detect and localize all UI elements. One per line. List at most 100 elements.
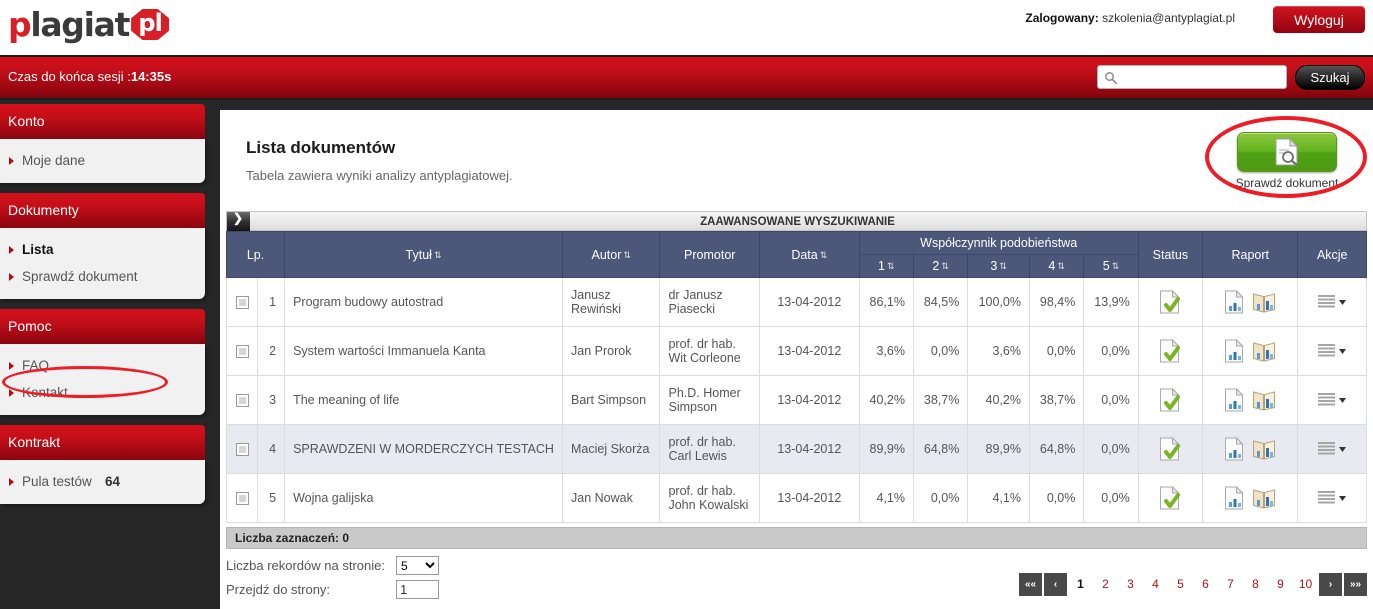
report-book-chart-icon[interactable] [1252,486,1276,510]
th-status[interactable]: Status [1137,231,1204,278]
row-checkbox[interactable] [235,394,249,408]
table-row[interactable]: 2 System wartości Immanuela Kanta Jan Pror… [225,326,1367,376]
row-checkbox-cell[interactable] [225,277,259,327]
document-checked-icon[interactable] [1159,486,1181,510]
sidebar-item-pula-testow[interactable]: Pula testów 64 [0,468,205,495]
report-book-chart-icon[interactable] [1252,437,1276,461]
document-checked-icon[interactable] [1159,388,1181,412]
logo[interactable]: plagiat pl [8,5,170,45]
row-index: 4 [257,424,286,474]
pagination-page-5[interactable]: 5 [1169,573,1192,596]
th-actions[interactable]: Akcje [1297,231,1367,278]
sidebar-item-label: Moje dane [22,153,86,168]
list-menu-icon[interactable] [1318,294,1347,312]
pagination-last[interactable]: »» [1344,573,1367,596]
pagination-page-8[interactable]: 8 [1244,573,1267,596]
search-button[interactable]: Szukaj [1295,65,1365,90]
row-similarity-2: 64,8% [912,424,969,474]
table-row[interactable]: 3 The meaning of life Bart Simpson Ph.D. Ho… [225,375,1367,425]
documents-table: Lp. Tytuł ⇅ Autor ⇅ Promotor Data ⇅ Współcz… [225,231,1367,523]
goto-page-input[interactable] [396,580,439,599]
row-checkbox-cell[interactable] [225,424,259,474]
row-checkbox[interactable] [235,492,249,506]
search-input[interactable] [1124,68,1282,87]
sidebar-item-sprawdz-dokument[interactable]: Sprawdź dokument [0,263,205,290]
list-menu-icon[interactable] [1318,490,1347,508]
th-similarity-4[interactable]: 4 ⇅ [1028,254,1085,278]
pagination-page-4[interactable]: 4 [1144,573,1167,596]
th-report[interactable]: Raport [1202,231,1299,278]
row-promoter: prof. dr hab. John Kowalski [659,473,761,523]
logout-button[interactable]: Wyloguj [1273,6,1365,33]
sidebar-item-lista[interactable]: Lista [0,236,205,263]
pagination-first[interactable]: «« [1019,573,1042,596]
row-similarity-2: 0,0% [912,326,969,376]
th-author-label: Autor [591,247,622,262]
pagination-page-7[interactable]: 7 [1219,573,1242,596]
sidebar-item-faq[interactable]: FAQ [0,352,205,379]
document-checked-icon[interactable] [1159,339,1181,363]
row-title[interactable]: Program budowy autostrad [284,277,563,327]
table-row[interactable]: 4 SPRAWDZENI W MORDERCZYCH TESTACH Maciej … [225,424,1367,474]
sidebar-item-moje-dane[interactable]: Moje dane [0,147,205,174]
th-author[interactable]: Autor ⇅ [561,231,661,278]
pagination-page-3[interactable]: 3 [1119,573,1142,596]
sidebar-item-kontakt[interactable]: Kontakt [0,379,205,406]
document-checked-icon[interactable] [1159,290,1181,314]
logo-badge-text: pl [138,9,162,37]
report-chart-icon[interactable] [1224,486,1244,510]
row-title[interactable]: SPRAWDZENI W MORDERCZYCH TESTACH [284,424,563,474]
check-document-button[interactable] [1237,132,1337,172]
advanced-search-toggle[interactable] [227,211,250,232]
report-book-chart-icon[interactable] [1252,388,1276,412]
th-promoter[interactable]: Promotor [659,231,761,278]
th-lp[interactable]: Lp. [225,231,286,278]
row-checkbox[interactable] [235,296,249,310]
row-title[interactable]: System wartości Immanuela Kanta [284,326,563,376]
document-checked-icon[interactable] [1159,437,1181,461]
row-checkbox[interactable] [235,345,249,359]
th-date[interactable]: Data ⇅ [759,231,860,278]
pagination-prev[interactable]: ‹ [1044,573,1067,596]
report-book-chart-icon[interactable] [1252,339,1276,363]
sort-icon: ⇅ [819,249,828,260]
table-row[interactable]: 5 Wojna galijska Jan Nowak prof. dr hab. Jo… [225,473,1367,523]
row-date: 13-04-2012 [759,375,860,425]
report-chart-icon[interactable] [1224,437,1244,461]
sort-icon: ⇅ [941,261,949,272]
th-similarity-1[interactable]: 1 ⇅ [858,254,914,278]
th-similarity-5[interactable]: 5 ⇅ [1083,254,1139,278]
report-book-chart-icon[interactable] [1252,290,1276,314]
pagination-page-2[interactable]: 2 [1094,573,1117,596]
logo-badge-octagon: pl [131,9,170,40]
list-menu-icon[interactable] [1318,343,1347,361]
row-title[interactable]: The meaning of life [284,375,563,425]
search-box[interactable] [1097,65,1287,89]
row-checkbox-cell[interactable] [225,375,259,425]
pagination-next[interactable]: › [1319,573,1342,596]
records-per-page-select[interactable]: 5102050 [396,556,439,575]
report-chart-icon[interactable] [1224,290,1244,314]
row-checkbox-cell[interactable] [225,473,259,523]
pagination-page-10[interactable]: 10 [1294,573,1317,596]
page-root: plagiat pl Zalogowany: szkolenia@antyplag… [0,0,1373,609]
report-chart-icon[interactable] [1224,339,1244,363]
row-title[interactable]: Wojna galijska [284,473,563,523]
table-row[interactable]: 1 Program budowy autostrad Janusz Rewiński… [225,277,1367,327]
th-similarity-2[interactable]: 2 ⇅ [912,254,969,278]
sidebar-item-label: Pula testów [22,474,92,489]
pagination-page-9[interactable]: 9 [1269,573,1292,596]
pagination-page-1[interactable]: 1 [1069,573,1092,596]
th-title[interactable]: Tytuł ⇅ [284,231,563,278]
advanced-search-label: ZAAWANSOWANE WYSZUKIWANIE [700,216,895,228]
sort-icon: ⇅ [1111,261,1120,272]
list-menu-icon[interactable] [1318,441,1347,459]
report-chart-icon[interactable] [1224,388,1244,412]
row-checkbox-cell[interactable] [225,326,259,376]
row-checkbox[interactable] [235,443,249,457]
list-menu-icon[interactable] [1318,392,1347,410]
th-similarity-3[interactable]: 3 ⇅ [967,254,1030,278]
th-similarity-5-label: 5 [1102,259,1110,273]
pagination-page-6[interactable]: 6 [1194,573,1217,596]
th-lp-label: Lp. [246,247,265,262]
